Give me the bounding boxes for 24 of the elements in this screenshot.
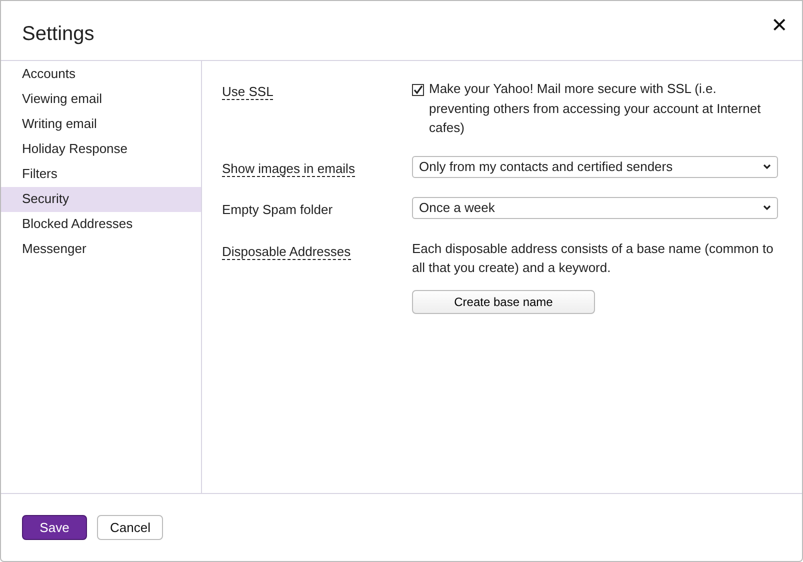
save-button[interactable]: Save	[22, 515, 87, 540]
setting-label: Empty Spam folder	[222, 202, 333, 217]
sidebar-item[interactable]: Accounts	[1, 62, 201, 87]
sidebar-item[interactable]: Writing email	[1, 112, 201, 137]
checkbox[interactable]	[412, 84, 424, 96]
cancel-button[interactable]: Cancel	[97, 515, 164, 540]
sidebar-item[interactable]: Security	[1, 187, 201, 212]
help-link[interactable]: Show images in emails	[222, 160, 355, 176]
dialog-title: Settings	[22, 22, 94, 46]
checkbox-label: Make your Yahoo! Mail more secure with SSL (i.e. preventing others from accessing your account at Internet cafes)	[429, 80, 762, 137]
chevron-down-icon	[763, 205, 771, 211]
sidebar-item[interactable]: Blocked Addresses	[1, 212, 201, 237]
close-button[interactable]: ✕	[767, 16, 792, 36]
sidebar-item[interactable]: Holiday Response	[1, 137, 201, 162]
description-text: Each disposable address consists of a base name (common to all that you create) and a keyword.	[412, 240, 774, 277]
sidebar-item[interactable]: Viewing email	[1, 87, 201, 112]
create-button[interactable]: Create base name	[412, 290, 595, 314]
help-link[interactable]: Disposable Addresses	[222, 244, 351, 260]
dropdown[interactable]: Once a week	[412, 197, 778, 219]
chevron-down-icon	[763, 164, 771, 170]
sidebar-item[interactable]: Messenger	[1, 237, 201, 262]
sidebar-item[interactable]: Filters	[1, 162, 201, 187]
dropdown[interactable]: Only from my contacts and certified senders	[412, 156, 778, 178]
help-link[interactable]: Use SSL	[222, 84, 274, 100]
